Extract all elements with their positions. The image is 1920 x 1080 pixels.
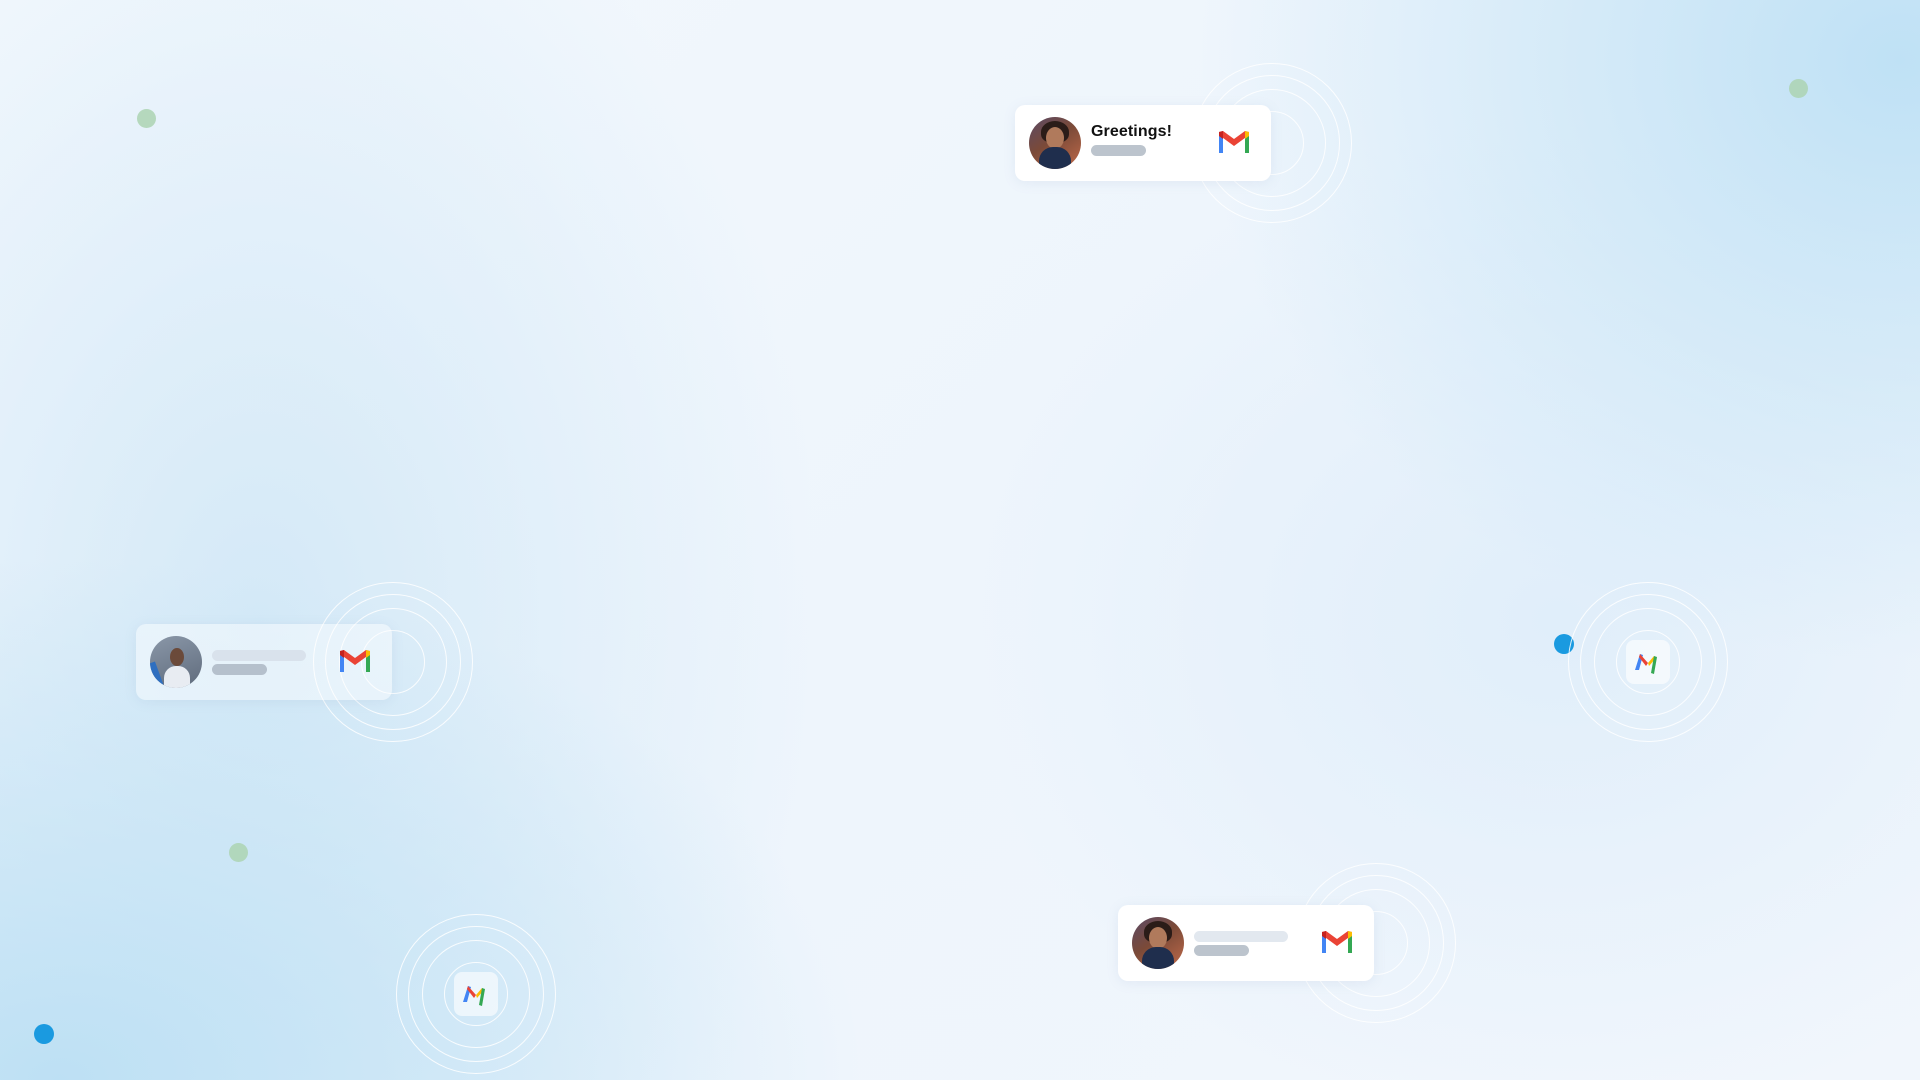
notification-card[interactable] xyxy=(136,624,392,700)
notification-preview-placeholder xyxy=(1091,145,1146,156)
gmail-icon xyxy=(1219,131,1249,153)
decorative-dot xyxy=(229,843,248,862)
decorative-dot xyxy=(1789,79,1808,98)
notification-preview-placeholder xyxy=(212,664,267,675)
gmail-icon xyxy=(1322,931,1352,953)
notification-card[interactable]: Greetings! xyxy=(1015,105,1271,181)
decorative-dot xyxy=(34,1024,54,1044)
notification-card[interactable] xyxy=(1118,905,1374,981)
gmail-badge-icon xyxy=(1626,640,1670,684)
notification-title-placeholder xyxy=(1194,931,1288,942)
gmail-icon xyxy=(340,650,370,672)
avatar xyxy=(1029,117,1081,169)
avatar xyxy=(1132,917,1184,969)
notification-title: Greetings! xyxy=(1091,123,1173,140)
notification-preview-placeholder xyxy=(1194,945,1249,956)
decorative-dot xyxy=(137,109,156,128)
avatar xyxy=(150,636,202,688)
gmail-badge-icon xyxy=(454,972,498,1016)
notification-title-placeholder xyxy=(212,650,306,661)
